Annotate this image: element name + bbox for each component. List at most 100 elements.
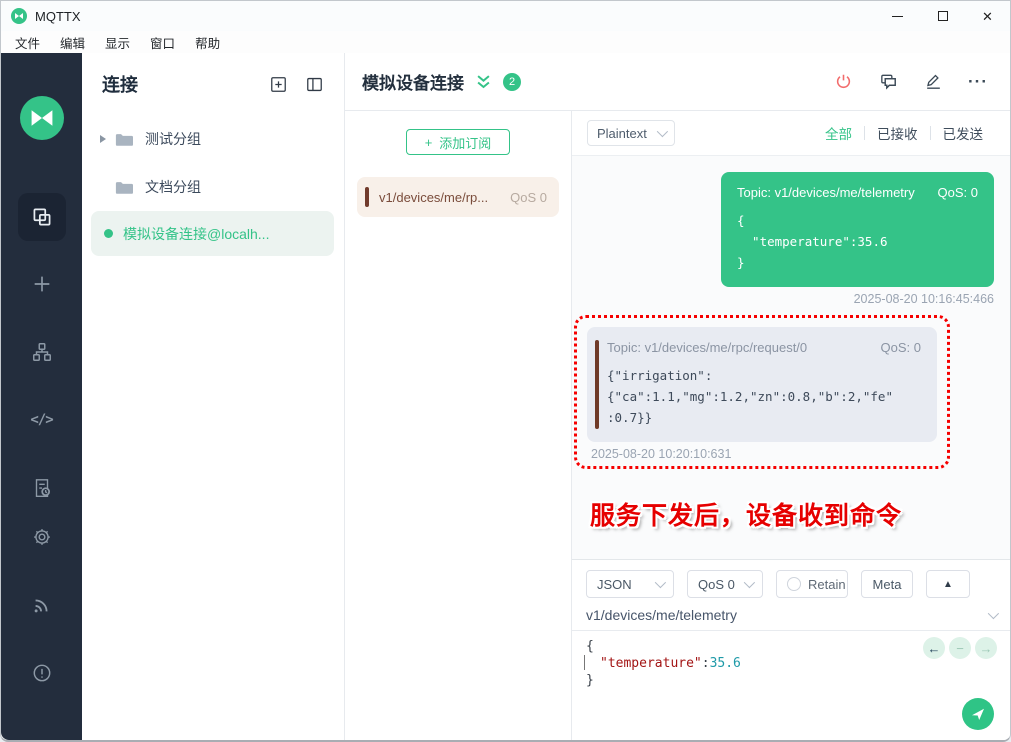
rail-connections-button[interactable] — [18, 193, 66, 241]
rail-new-connection-button[interactable] — [30, 272, 54, 296]
sent-message-timestamp: 2025-08-20 10:16:45:466 — [588, 292, 994, 306]
mqttx-logo-icon — [11, 8, 27, 24]
add-subscription-button[interactable]: + 添加订阅 — [406, 129, 510, 155]
message-list[interactable]: Topic: v1/devices/me/telemetry QoS: 0 { … — [572, 156, 1010, 559]
expand-caret-icon[interactable] — [100, 135, 106, 143]
history-back-button[interactable]: ← — [923, 637, 945, 659]
collapse-panel-button[interactable] — [305, 75, 324, 94]
received-message-payload: {"irrigation": {"ca":1.1,"mg":1.2,"zn":0… — [607, 365, 921, 428]
menubar: 文件 编辑 显示 窗口 帮助 — [1, 31, 1010, 53]
left-rail: </> — [1, 53, 82, 740]
new-connection-button[interactable] — [269, 75, 288, 94]
editor-line: } — [586, 672, 996, 689]
subscription-qos: QoS 0 — [510, 190, 547, 205]
menu-edit[interactable]: 编辑 — [50, 33, 95, 52]
sent-message-topic: Topic: v1/devices/me/telemetry — [737, 185, 926, 200]
sent-message-payload: { "temperature":35.6 } — [737, 210, 978, 273]
received-message-bubble: Topic: v1/devices/me/rpc/request/0 QoS: … — [587, 327, 937, 442]
menu-view[interactable]: 显示 — [95, 33, 140, 52]
sitemap-icon — [31, 341, 53, 363]
menu-window[interactable]: 窗口 — [140, 33, 185, 52]
plus-icon: + — [425, 135, 433, 150]
sent-message-qos: QoS: 0 — [938, 185, 978, 200]
filter-sent[interactable]: 已发送 — [931, 123, 996, 143]
menu-help[interactable]: 帮助 — [185, 33, 230, 52]
connections-icon — [29, 204, 55, 230]
chevron-down-icon — [655, 577, 666, 588]
history-clear-button[interactable]: − — [949, 637, 971, 659]
menu-file[interactable]: 文件 — [5, 33, 50, 52]
minimize-icon — [892, 16, 903, 17]
rail-broadcast-button[interactable] — [30, 593, 54, 617]
chat-bubbles-button[interactable] — [878, 72, 899, 92]
qos-value: QoS 0 — [698, 577, 735, 592]
payload-type-select[interactable]: Plaintext — [587, 120, 675, 146]
double-chevron-down-icon[interactable] — [474, 73, 493, 91]
subscription-item[interactable]: v1/devices/me/rp... QoS 0 — [357, 177, 559, 217]
received-message-qos: QoS: 0 — [881, 340, 921, 355]
payload-type-value: Plaintext — [597, 126, 647, 141]
disconnect-power-button[interactable] — [834, 72, 853, 91]
filter-received[interactable]: 已接收 — [865, 123, 930, 143]
connection-header: 模拟设备连接 2 ··· — [345, 53, 1010, 111]
connections-title: 连接 — [102, 71, 252, 97]
info-icon — [31, 662, 53, 684]
window-title: MQTTX — [35, 9, 81, 24]
retain-radio-icon[interactable] — [787, 577, 801, 591]
collapse-publish-button[interactable]: ▲ — [926, 570, 970, 598]
text-caret — [584, 655, 585, 670]
history-forward-button[interactable]: → — [975, 637, 997, 659]
rail-settings-button[interactable] — [30, 525, 54, 549]
folder-icon — [115, 180, 133, 195]
rail-about-button[interactable] — [30, 661, 54, 685]
group-label: 文档分组 — [145, 177, 201, 197]
app-window: MQTTX ✕ 文件 编辑 显示 窗口 帮助 — [0, 0, 1011, 742]
minimize-button[interactable] — [875, 1, 920, 31]
meta-label: Meta — [873, 577, 902, 592]
sent-message-bubble: Topic: v1/devices/me/telemetry QoS: 0 { … — [721, 172, 994, 287]
subscription-count-badge: 2 — [503, 73, 521, 91]
filter-all[interactable]: 全部 — [813, 123, 864, 143]
layout-icon — [305, 75, 324, 94]
topic-color-marker — [595, 340, 599, 429]
triangle-up-icon: ▲ — [943, 579, 953, 590]
topic-input[interactable] — [586, 607, 988, 623]
qos-select[interactable]: QoS 0 — [687, 570, 763, 598]
paper-plane-icon — [970, 706, 986, 722]
chevron-down-icon — [657, 126, 668, 137]
topic-input-row — [572, 604, 1010, 631]
active-connection-item[interactable]: 模拟设备连接@localh... — [91, 211, 334, 256]
connections-tree: 测试分组 文档分组 模拟设备连接@localh... — [82, 115, 344, 256]
subscription-topic: v1/devices/me/rp... — [379, 190, 504, 205]
annotation-highlight-box: Topic: v1/devices/me/rpc/request/0 QoS: … — [574, 315, 950, 469]
received-message-timestamp: 2025-08-20 10:20:10:631 — [591, 447, 947, 461]
edit-pencil-button[interactable] — [924, 72, 943, 91]
send-button[interactable] — [962, 698, 994, 730]
rail-broker-button[interactable] — [30, 340, 54, 364]
group-row[interactable]: 测试分组 — [82, 115, 344, 163]
payload-format-value: JSON — [597, 577, 632, 592]
meta-button[interactable]: Meta — [861, 570, 913, 598]
connections-panel: 连接 测试分组 — [82, 53, 345, 740]
connection-title: 模拟设备连接 — [362, 69, 464, 94]
chevron-down-icon[interactable] — [988, 608, 999, 619]
subscriptions-panel: + 添加订阅 v1/devices/me/rp... QoS 0 — [345, 111, 572, 740]
group-row[interactable]: 文档分组 — [82, 163, 344, 211]
connected-status-dot — [104, 229, 113, 238]
payload-format-select[interactable]: JSON — [586, 570, 674, 598]
payload-editor[interactable]: { "temperature":35.6 } ← − → — [572, 631, 1010, 740]
more-options-button[interactable]: ··· — [968, 77, 988, 87]
close-icon: ✕ — [982, 10, 993, 23]
rail-script-button[interactable]: </> — [30, 408, 54, 432]
group-label: 测试分组 — [145, 129, 201, 149]
rail-log-button[interactable] — [30, 476, 54, 500]
log-icon — [31, 477, 53, 499]
received-message-topic: Topic: v1/devices/me/rpc/request/0 — [607, 340, 869, 355]
plus-icon — [31, 273, 53, 295]
maximize-button[interactable] — [920, 1, 965, 31]
retain-toggle[interactable]: Retain — [776, 570, 848, 598]
rss-icon — [31, 594, 53, 616]
close-button[interactable]: ✕ — [965, 1, 1010, 31]
filter-bar: Plaintext 全部 已接收 已发送 — [572, 111, 1010, 156]
mqttx-brand-icon — [20, 96, 64, 140]
